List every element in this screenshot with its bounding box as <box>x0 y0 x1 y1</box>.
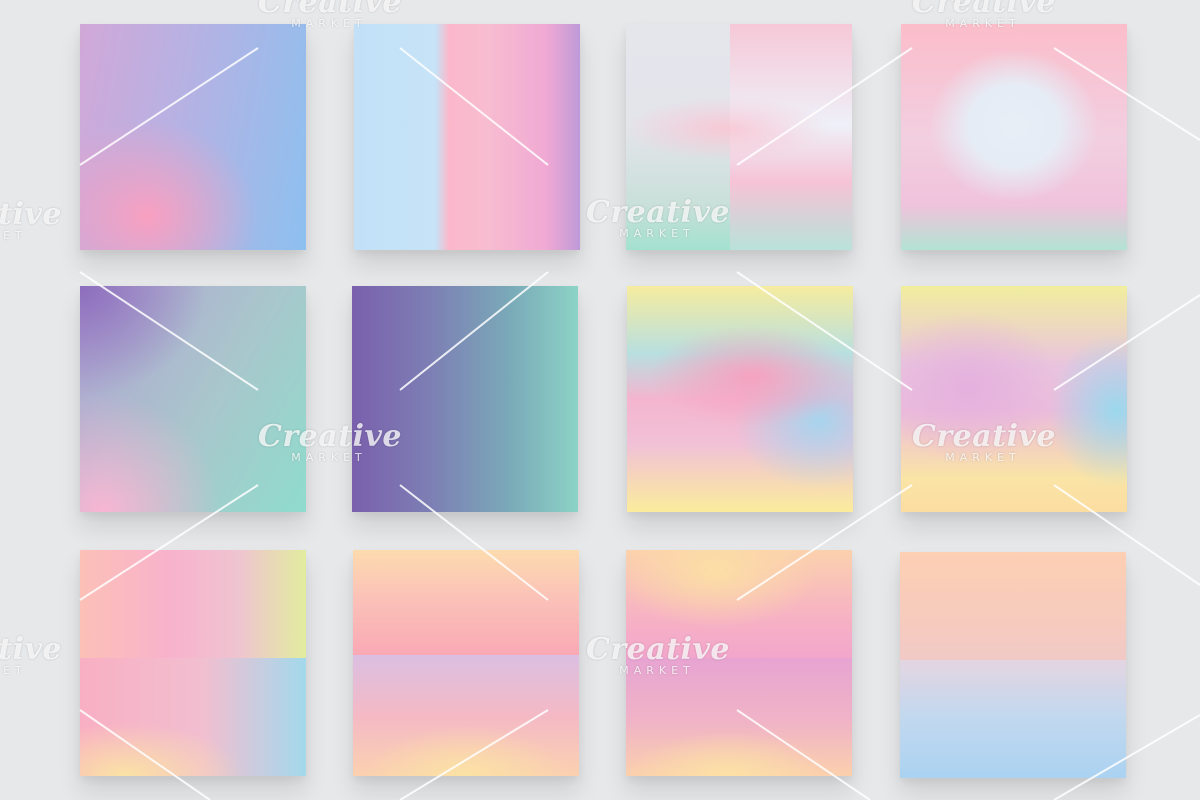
watermark-logo: Creative MARKET <box>0 197 62 242</box>
watermark-brand: Creative <box>0 632 62 667</box>
gradient-swatch-10 <box>353 550 579 776</box>
gradient-swatch-7 <box>627 286 853 512</box>
gradient-swatch-5 <box>80 286 306 512</box>
gradient-swatch-3 <box>626 24 852 250</box>
watermark-brand: Creative <box>912 0 1056 20</box>
watermark-brand: Creative <box>0 197 62 232</box>
gradient-swatch-4 <box>901 24 1127 250</box>
gradient-swatch-8 <box>901 286 1127 512</box>
watermark-brand: Creative <box>258 0 402 20</box>
gradient-swatch-6 <box>352 286 578 512</box>
gradient-swatch-2 <box>354 24 580 250</box>
watermark-logo: Creative MARKET <box>0 632 62 677</box>
watermark-sub: MARKET <box>0 229 27 242</box>
gradient-swatch-1 <box>80 24 306 250</box>
watermark-sub: MARKET <box>0 664 27 677</box>
gradient-swatch-12 <box>900 552 1126 778</box>
gradient-swatch-9 <box>80 550 306 776</box>
gradient-swatch-11 <box>626 550 852 776</box>
